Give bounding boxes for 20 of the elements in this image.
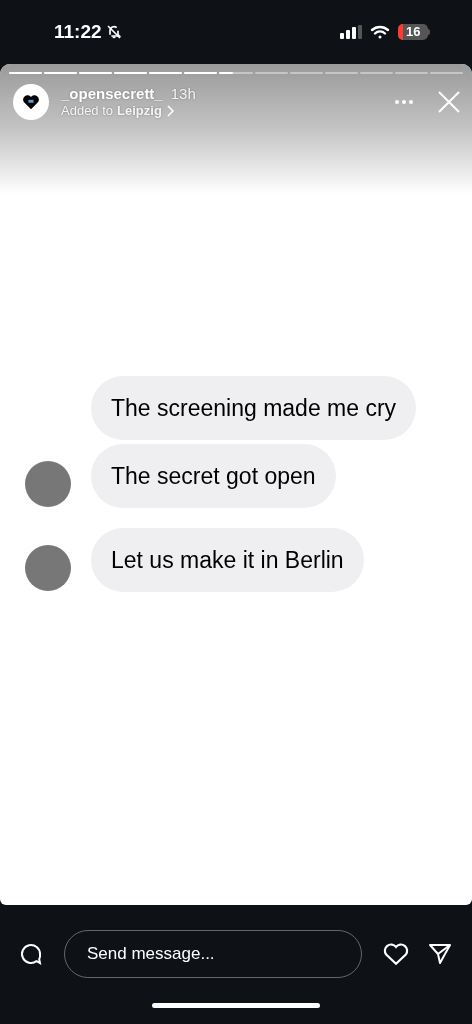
message-bubble: Let us make it in Berlin (91, 528, 364, 592)
post-age: 13h (170, 84, 196, 104)
message-bubble: The screening made me cry (91, 376, 417, 440)
clock-time: 11:22 (54, 19, 102, 44)
battery-fill (398, 24, 403, 40)
profile-avatar[interactable] (13, 84, 49, 120)
battery-level: 16 (406, 24, 421, 40)
signal-icon (340, 25, 362, 39)
muted-bell-icon (105, 24, 122, 40)
username[interactable]: _opensecrett_ (61, 84, 163, 104)
message-bubble: The secret got open (91, 444, 336, 508)
heart-icon (22, 94, 40, 110)
added-to-label: Added to (61, 103, 114, 120)
wifi-icon (370, 25, 390, 39)
chevron-right-icon (165, 105, 174, 118)
comment-icon[interactable] (19, 942, 43, 966)
heart-icon[interactable] (382, 942, 410, 966)
highlight-link[interactable]: Leipzig (117, 103, 162, 120)
send-icon[interactable] (428, 942, 452, 966)
message-field[interactable]: Send message... (64, 930, 362, 978)
